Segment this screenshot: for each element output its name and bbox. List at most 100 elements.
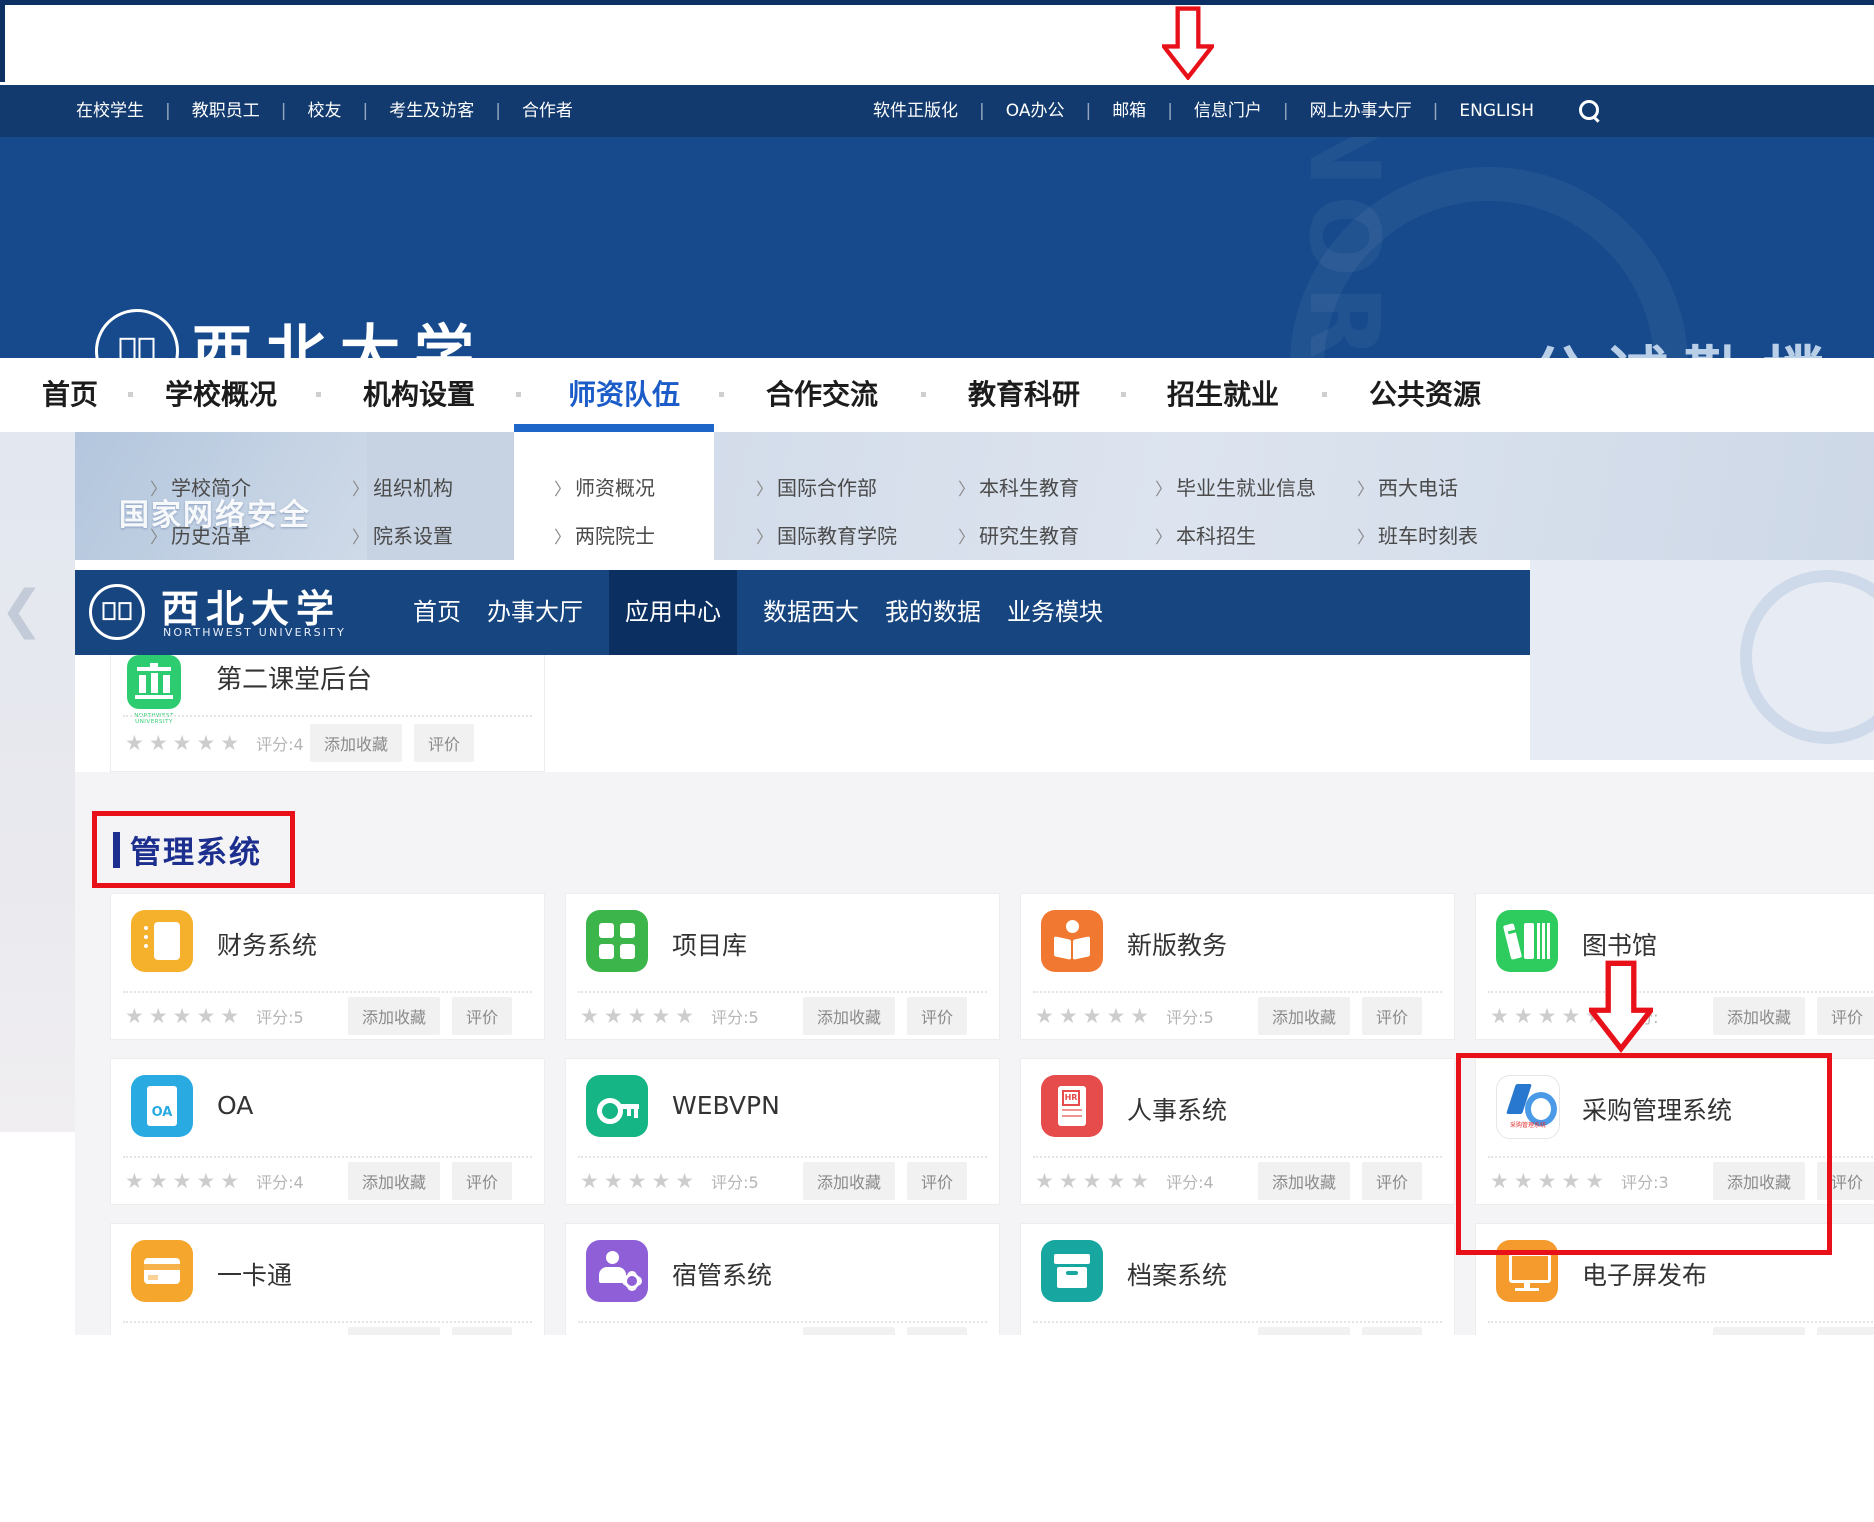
app-nav-item[interactable]: 我的数据 <box>885 570 981 655</box>
favorite-button[interactable]: 添加收藏 <box>1258 997 1350 1035</box>
dropdown-link[interactable]: 〉毕业生就业信息 <box>1155 472 1316 501</box>
card-title[interactable]: 档案系统 <box>1127 1256 1227 1292</box>
card-title[interactable]: 电子屏发布 <box>1582 1256 1707 1292</box>
app-card[interactable]: 电子屏发布★★★★★添加收藏评价 <box>1475 1223 1874 1335</box>
app-nav-item[interactable]: 首页 <box>413 570 461 655</box>
card-title[interactable]: 新版教务 <box>1127 926 1227 962</box>
favorite-button[interactable]: 添加收藏 <box>348 997 440 1035</box>
card-title[interactable]: WEBVPN <box>672 1091 780 1120</box>
utility-link[interactable]: 考生及访客 <box>389 85 474 137</box>
app-nav-item[interactable]: 业务模块 <box>1007 570 1103 655</box>
app-nav-item[interactable]: 数据西大 <box>763 570 859 655</box>
rate-button[interactable]: 评价 <box>907 1327 967 1335</box>
utility-link[interactable]: OA办公 <box>1006 85 1065 137</box>
rating-stars[interactable]: ★★★★★ <box>125 1171 244 1192</box>
utility-link[interactable]: 邮箱 <box>1112 85 1146 137</box>
app-portal-logo-zh[interactable]: 西北大学 <box>161 578 341 633</box>
favorite-button[interactable]: 添加收藏 <box>1258 1162 1350 1200</box>
card-title[interactable]: 项目库 <box>672 926 747 962</box>
rate-button[interactable]: 评价 <box>414 724 474 762</box>
card-title[interactable]: 宿管系统 <box>672 1256 772 1292</box>
dropdown-link[interactable]: 〉院系设置 <box>352 520 453 549</box>
rating-stars[interactable]: ★★★★★ <box>1490 1171 1609 1192</box>
main-nav-item[interactable]: 公共资源 <box>1369 358 1481 432</box>
dropdown-link[interactable]: 〉国际合作部 <box>756 472 877 501</box>
main-nav-item[interactable]: 学校概况 <box>165 358 277 432</box>
rate-button[interactable]: 评价 <box>907 997 967 1035</box>
app-nav-item[interactable]: 办事大厅 <box>487 570 583 655</box>
app-nav-item[interactable]: 应用中心 <box>609 570 737 655</box>
rate-button[interactable]: 评价 <box>1817 1327 1874 1335</box>
rating-stars[interactable]: ★★★★★ <box>580 1006 699 1027</box>
dropdown-link[interactable]: 〉班车时刻表 <box>1357 520 1478 549</box>
app-card[interactable]: WEBVPN★★★★★评分:5添加收藏评价 <box>565 1058 1000 1205</box>
app-card[interactable]: 一卡通★★★★★添加收藏评价 <box>110 1223 545 1335</box>
favorite-button[interactable]: 添加收藏 <box>1713 1162 1805 1200</box>
favorite-button[interactable]: 添加收藏 <box>1258 1327 1350 1335</box>
utility-link[interactable]: ENGLISH <box>1459 85 1534 137</box>
rate-button[interactable]: 评价 <box>907 1162 967 1200</box>
dropdown-link[interactable]: 〉本科生教育 <box>958 472 1079 501</box>
rate-button[interactable]: 评价 <box>1362 1327 1422 1335</box>
favorite-button[interactable]: 添加收藏 <box>1713 997 1805 1035</box>
app-card[interactable]: OAOA★★★★★评分:4添加收藏评价 <box>110 1058 545 1205</box>
rate-button[interactable]: 评价 <box>1362 1162 1422 1200</box>
main-nav-item[interactable]: 首页 <box>42 358 98 432</box>
dropdown-link[interactable]: 〉学校简介 <box>150 472 251 501</box>
search-icon[interactable] <box>1579 100 1601 122</box>
utility-link[interactable]: 信息门户 <box>1194 85 1262 137</box>
dropdown-link[interactable]: 〉本科招生 <box>1155 520 1256 549</box>
favorite-button[interactable]: 添加收藏 <box>348 1162 440 1200</box>
favorite-button[interactable]: 添加收藏 <box>348 1327 440 1335</box>
app-portal-seal-logo[interactable] <box>89 584 145 640</box>
utility-link[interactable]: 软件正版化 <box>873 85 958 137</box>
app-card[interactable]: HR 人事系统★★★★★评分:4添加收藏评价 <box>1020 1058 1455 1205</box>
main-nav-item[interactable]: 招生就业 <box>1167 358 1279 432</box>
main-nav-item[interactable]: 教育科研 <box>968 358 1080 432</box>
rate-button[interactable]: 评价 <box>1817 997 1874 1035</box>
favorite-button[interactable]: 添加收藏 <box>1713 1327 1805 1335</box>
app-card[interactable]: 采购管理系统采购管理系统★★★★★评分:3添加收藏评价 <box>1475 1058 1874 1205</box>
card-title[interactable]: 财务系统 <box>217 926 317 962</box>
carousel-prev-icon[interactable]: ❮ <box>0 575 30 645</box>
dropdown-link[interactable]: 〉师资概况 <box>554 472 655 501</box>
dropdown-link[interactable]: 〉历史沿革 <box>150 520 251 549</box>
university-seal-logo[interactable]: 1902 <box>95 309 179 358</box>
app-card[interactable]: 新版教务★★★★★评分:5添加收藏评价 <box>1020 893 1455 1040</box>
main-nav-item[interactable]: 合作交流 <box>766 358 878 432</box>
rate-button[interactable]: 评价 <box>452 997 512 1035</box>
rating-stars[interactable]: ★★★★★ <box>1035 1171 1154 1192</box>
utility-link[interactable]: 教职员工 <box>192 85 260 137</box>
favorite-button[interactable]: 添加收藏 <box>310 724 402 762</box>
card-title[interactable]: 一卡通 <box>217 1256 292 1292</box>
rate-button[interactable]: 评价 <box>452 1162 512 1200</box>
card-title[interactable]: OA <box>217 1091 253 1120</box>
utility-link[interactable]: 校友 <box>307 85 341 137</box>
app-card[interactable]: 项目库★★★★★评分:5添加收藏评价 <box>565 893 1000 1040</box>
rate-button[interactable]: 评价 <box>1362 997 1422 1035</box>
dropdown-link[interactable]: 〉组织机构 <box>352 472 453 501</box>
rating-stars[interactable]: ★★★★★ <box>125 733 244 754</box>
app-card-partial[interactable]: NORTHWEST UNIVERSITY 第二课堂后台 ★★★★★ 评分:4 添… <box>110 655 545 772</box>
university-name-zh[interactable]: 西北大学 <box>192 305 488 358</box>
dropdown-link[interactable]: 〉研究生教育 <box>958 520 1079 549</box>
rating-stars[interactable]: ★★★★★ <box>580 1171 699 1192</box>
rate-button[interactable]: 评价 <box>452 1327 512 1335</box>
utility-link[interactable]: 网上办事大厅 <box>1310 85 1412 137</box>
dropdown-link[interactable]: 〉西大电话 <box>1357 472 1458 501</box>
favorite-button[interactable]: 添加收藏 <box>803 1327 895 1335</box>
favorite-button[interactable]: 添加收藏 <box>803 997 895 1035</box>
app-card[interactable]: ¥财务系统★★★★★评分:5添加收藏评价 <box>110 893 545 1040</box>
main-nav-item[interactable]: 机构设置 <box>363 358 475 432</box>
dropdown-link[interactable]: 〉两院院士 <box>554 520 655 549</box>
utility-link[interactable]: 在校学生 <box>76 85 144 137</box>
rating-stars[interactable]: ★★★★★ <box>125 1006 244 1027</box>
app-card[interactable]: 宿管系统★★★★★添加收藏评价 <box>565 1223 1000 1335</box>
dropdown-link[interactable]: 〉国际教育学院 <box>756 520 897 549</box>
card-title[interactable]: 人事系统 <box>1127 1091 1227 1127</box>
app-card[interactable]: 图书馆★★★★★评分:添加收藏评价 <box>1475 893 1874 1040</box>
app-card[interactable]: 档案系统★★★★★添加收藏评价 <box>1020 1223 1455 1335</box>
main-nav-item[interactable]: 师资队伍 <box>568 358 680 432</box>
card-title[interactable]: 第二课堂后台 <box>216 659 372 696</box>
favorite-button[interactable]: 添加收藏 <box>803 1162 895 1200</box>
